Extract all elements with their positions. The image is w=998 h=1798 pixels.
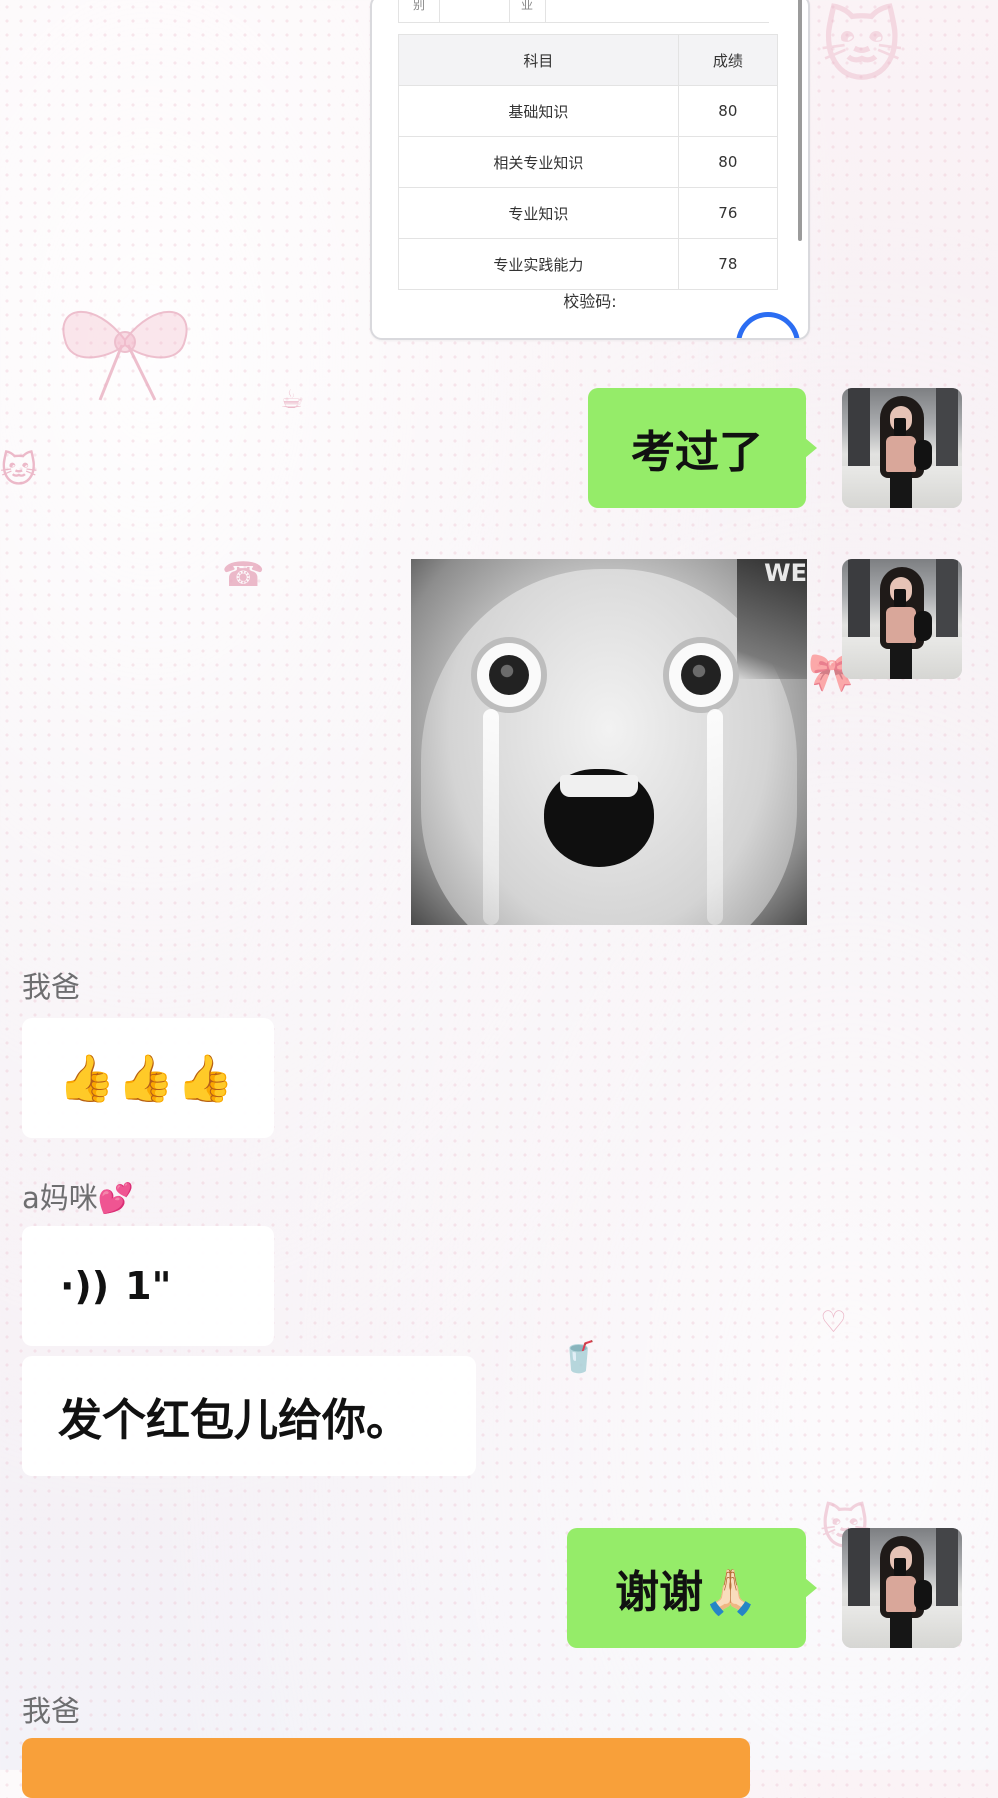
thumbs-up-emoji: 👍👍👍	[58, 1050, 236, 1105]
sticker-tear	[483, 709, 499, 925]
table-row: 相关专业知识 80	[398, 136, 779, 188]
cat-sticker-decoration: 🐱	[820, 0, 904, 93]
score-cell: 80	[677, 136, 779, 188]
voice-wave-icon: ·))	[60, 1264, 110, 1308]
sticker-tear	[707, 709, 723, 925]
score-cell: 76	[677, 187, 779, 239]
sticker-eye-right	[663, 637, 739, 713]
top-row-cell: 别	[399, 0, 440, 22]
scrollbar[interactable]	[798, 0, 802, 241]
heart-decoration: ♡	[820, 1305, 847, 1340]
message-bubble-sent[interactable]: 考过了	[588, 388, 817, 508]
score-cell: 80	[677, 85, 779, 137]
teacup-decoration: ☕	[280, 385, 304, 415]
voice-message-bubble[interactable]: ·)) 1"	[22, 1226, 274, 1346]
subject-cell: 基础知识	[398, 85, 679, 137]
score-header: 成绩	[677, 34, 779, 86]
sticker-eye-left	[471, 637, 547, 713]
score-cell: 78	[677, 238, 779, 290]
red-packet-card[interactable]	[22, 1738, 750, 1798]
subject-cell: 专业实践能力	[398, 238, 679, 290]
top-row-cell: 业	[509, 0, 546, 22]
score-table: 科目 成绩 基础知识 80 相关专业知识 80 专业知识 76 专业实践能力 7…	[398, 34, 779, 290]
sender-name: a妈咪💕	[22, 1181, 134, 1215]
cat-decoration: 🐱	[0, 450, 38, 491]
cup-decoration: 🥤	[560, 1340, 598, 1375]
subject-header: 科目	[398, 34, 679, 86]
avatar[interactable]	[842, 559, 962, 679]
voice-duration: 1"	[125, 1264, 172, 1308]
score-table-header: 科目 成绩	[398, 34, 779, 86]
message-bubble-received[interactable]: 👍👍👍	[22, 1018, 274, 1138]
subject-cell: 专业知识	[398, 187, 679, 239]
sender-name: 我爸	[22, 1694, 81, 1728]
avatar[interactable]	[842, 1528, 962, 1648]
sender-name: 我爸	[22, 970, 81, 1004]
table-row: 专业实践能力 78	[398, 238, 779, 290]
message-bubble-received[interactable]: 发个红包儿给你。	[22, 1356, 476, 1476]
crying-face-sticker[interactable]: WE	[411, 559, 807, 925]
score-screenshot[interactable]: 别 业 科目 成绩 基础知识 80 相关专业知识 80 专业知识 76 专业实践…	[370, 0, 810, 340]
message-text: 谢谢🙏🏻	[615, 1567, 758, 1618]
top-row-cell-empty	[439, 0, 510, 22]
score-top-row: 别 业	[398, 0, 769, 23]
table-row: 专业知识 76	[398, 187, 779, 239]
verify-code-label: 校验码:	[563, 292, 617, 311]
message-bubble-sent[interactable]: 谢谢🙏🏻	[567, 1528, 817, 1648]
message-text: 考过了	[631, 427, 763, 478]
telephone-decoration: ☎	[222, 555, 265, 595]
subject-cell: 相关专业知识	[398, 136, 679, 188]
sticker-corner-text: WE	[764, 559, 807, 587]
table-row: 基础知识 80	[398, 85, 779, 137]
message-text: 发个红包儿给你。	[58, 1395, 410, 1446]
bow-decoration	[40, 285, 210, 405]
avatar[interactable]	[842, 388, 962, 508]
sticker-mouth	[544, 769, 654, 867]
